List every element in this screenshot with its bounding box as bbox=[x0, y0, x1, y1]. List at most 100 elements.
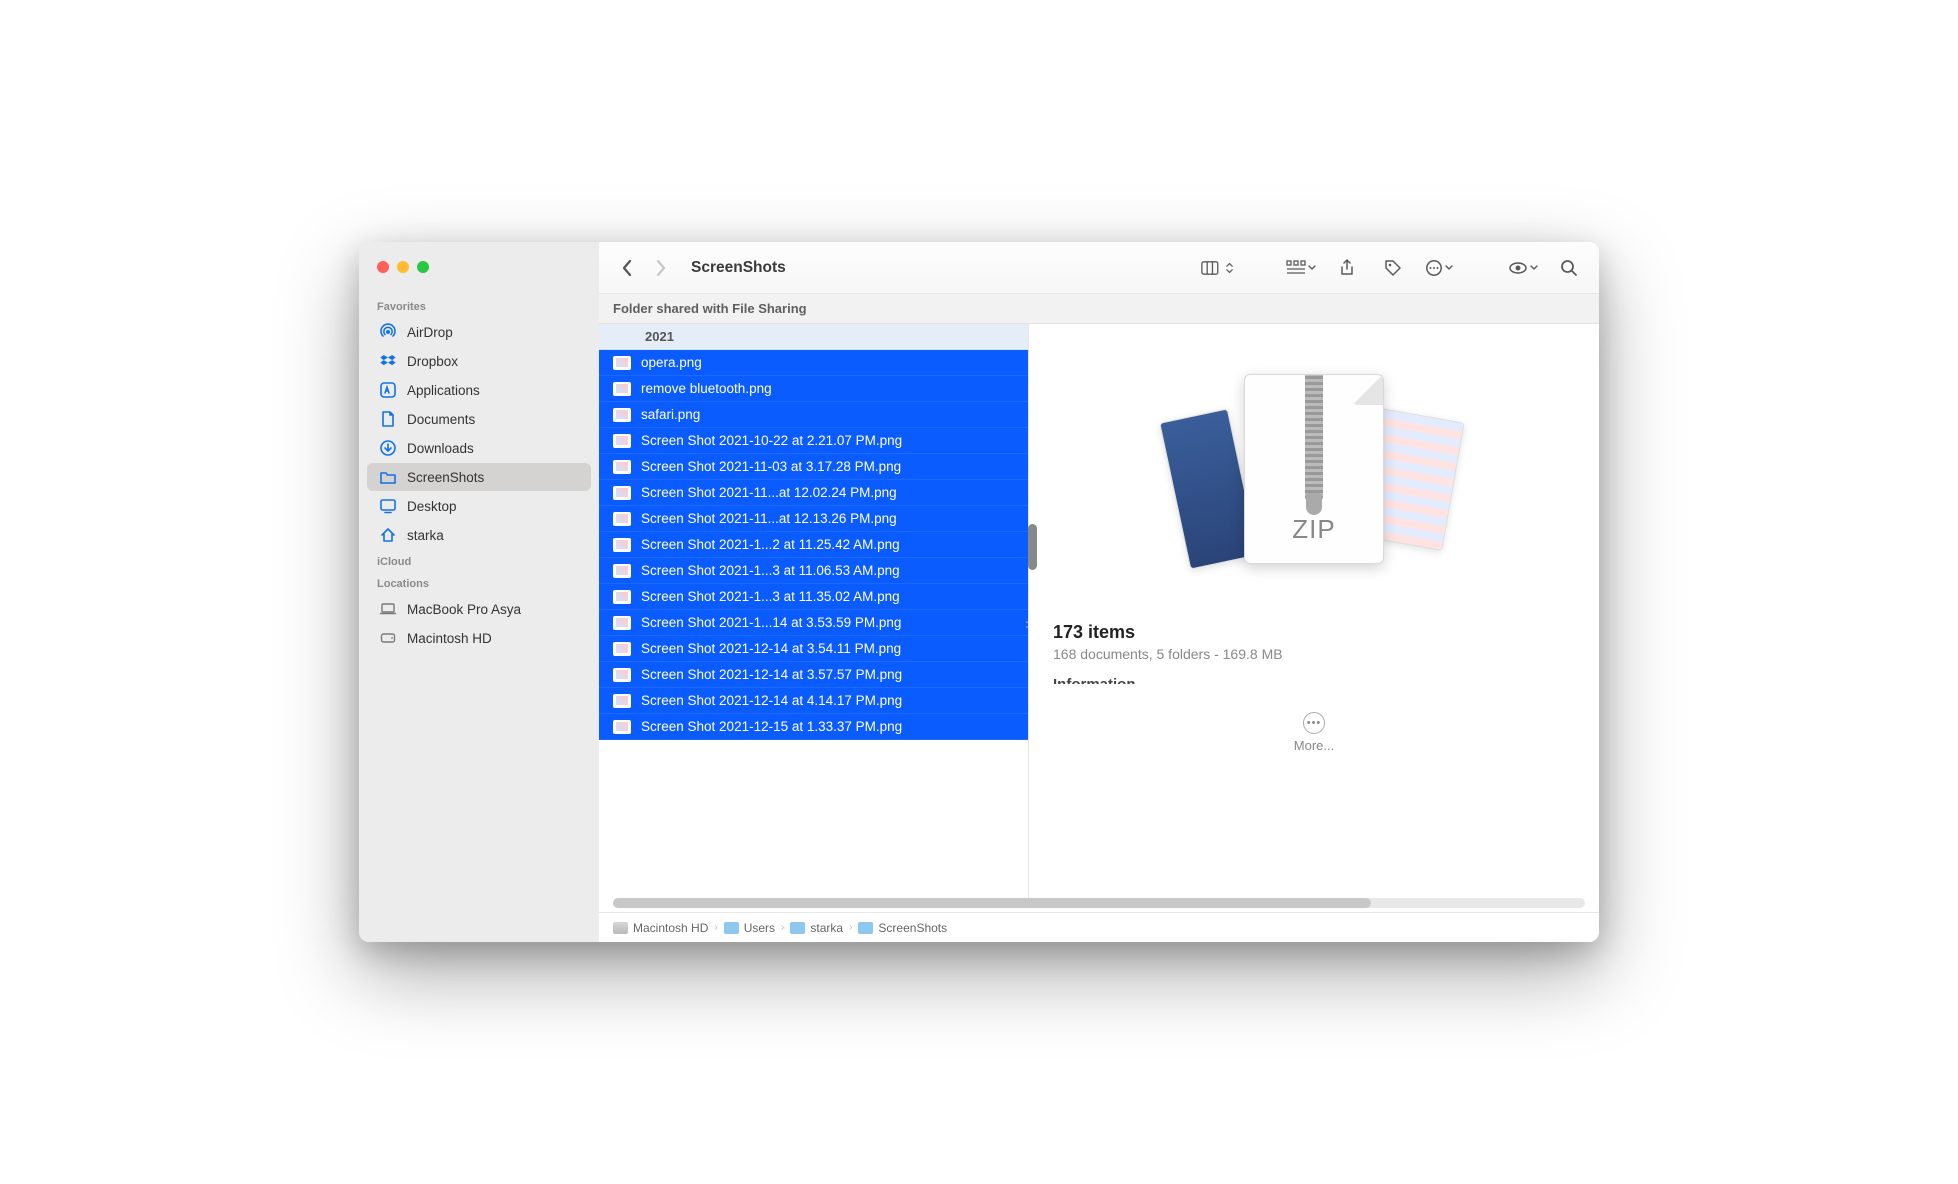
file-name: Screen Shot 2021-11-03 at 3.17.28 PM.png bbox=[641, 459, 901, 474]
sidebar-item-dropbox[interactable]: Dropbox bbox=[367, 347, 591, 375]
file-row[interactable]: Screen Shot 2021-11...at 12.02.24 PM.png bbox=[599, 480, 1028, 506]
sidebar-item-label: Documents bbox=[407, 412, 475, 427]
preview-options-button[interactable] bbox=[1507, 254, 1539, 282]
path-segment[interactable]: Users bbox=[724, 921, 775, 935]
file-thumbnail-icon bbox=[613, 616, 631, 630]
file-row[interactable]: Screen Shot 2021-11-03 at 3.17.28 PM.png bbox=[599, 454, 1028, 480]
disk-icon bbox=[379, 629, 397, 647]
column-resize-handle[interactable] bbox=[1026, 611, 1030, 637]
more-button[interactable]: ••• More... bbox=[1294, 712, 1334, 753]
file-row[interactable]: Screen Shot 2021-12-14 at 4.14.17 PM.png bbox=[599, 688, 1028, 714]
file-name: Screen Shot 2021-12-14 at 4.14.17 PM.png bbox=[641, 693, 902, 708]
file-name: Screen Shot 2021-10-22 at 2.21.07 PM.png bbox=[641, 433, 902, 448]
file-thumbnail-icon bbox=[613, 356, 631, 370]
file-row[interactable]: Screen Shot 2021-10-22 at 2.21.07 PM.png bbox=[599, 428, 1028, 454]
sidebar-item-label: AirDrop bbox=[407, 325, 453, 340]
sidebar-item-documents[interactable]: Documents bbox=[367, 405, 591, 433]
file-row[interactable]: opera.png bbox=[599, 350, 1028, 376]
sidebar-item-label: Desktop bbox=[407, 499, 457, 514]
sidebar-item-screenshots[interactable]: ScreenShots bbox=[367, 463, 591, 491]
applications-icon bbox=[379, 381, 397, 399]
file-row[interactable]: safari.png bbox=[599, 402, 1028, 428]
sidebar-item-downloads[interactable]: Downloads bbox=[367, 434, 591, 462]
file-thumbnail-icon bbox=[613, 564, 631, 578]
horizontal-scrollbar[interactable] bbox=[613, 898, 1585, 908]
file-name: Screen Shot 2021-1...14 at 3.53.59 PM.pn… bbox=[641, 615, 901, 630]
horizontal-scrollbar-thumb[interactable] bbox=[613, 898, 1371, 908]
file-thumbnail-icon bbox=[613, 460, 631, 474]
path-segment-label: ScreenShots bbox=[878, 921, 947, 935]
path-segment[interactable]: starka bbox=[790, 921, 843, 935]
chevron-right-icon: › bbox=[714, 922, 717, 933]
airdrop-icon bbox=[379, 323, 397, 341]
sidebar-item-label: Applications bbox=[407, 383, 480, 398]
file-row[interactable]: remove bluetooth.png bbox=[599, 376, 1028, 402]
path-segment[interactable]: ScreenShots bbox=[858, 921, 947, 935]
preview-pane: ZIP 173 items 168 documents, 5 folders -… bbox=[1029, 324, 1599, 898]
path-bar: Macintosh HD›Users›starka›ScreenShots bbox=[599, 912, 1599, 942]
file-name: Screen Shot 2021-11...at 12.13.26 PM.png bbox=[641, 511, 897, 526]
more-icon: ••• bbox=[1303, 712, 1325, 734]
home-icon bbox=[379, 526, 397, 544]
sidebar-item-macintosh-hd[interactable]: Macintosh HD bbox=[367, 624, 591, 652]
file-thumbnail-icon bbox=[613, 382, 631, 396]
action-button[interactable] bbox=[1423, 254, 1455, 282]
preview-graphic: ZIP bbox=[1053, 354, 1575, 594]
file-row[interactable]: Screen Shot 2021-12-14 at 3.54.11 PM.png bbox=[599, 636, 1028, 662]
share-button[interactable] bbox=[1331, 254, 1363, 282]
file-thumbnail-icon bbox=[613, 694, 631, 708]
content-area: 2021 opera.png remove bluetooth.pngsafari… bbox=[599, 324, 1599, 898]
dropbox-icon bbox=[379, 352, 397, 370]
more-label: More... bbox=[1294, 738, 1334, 753]
file-thumbnail-icon bbox=[613, 434, 631, 448]
folder-icon bbox=[724, 922, 739, 934]
file-row[interactable]: Screen Shot 2021-12-15 at 1.33.37 PM.png bbox=[599, 714, 1028, 740]
downloads-icon bbox=[379, 439, 397, 457]
information-heading: Information bbox=[1053, 676, 1575, 684]
minimize-window-button[interactable] bbox=[397, 261, 409, 273]
sidebar-section-title: Locations bbox=[359, 572, 599, 594]
sidebar-item-desktop[interactable]: Desktop bbox=[367, 492, 591, 520]
documents-icon bbox=[379, 410, 397, 428]
file-list[interactable]: opera.png remove bluetooth.pngsafari.png S… bbox=[599, 350, 1028, 898]
sidebar-item-label: Macintosh HD bbox=[407, 631, 492, 646]
group-button[interactable] bbox=[1285, 254, 1317, 282]
close-window-button[interactable] bbox=[377, 261, 389, 273]
file-row[interactable]: Screen Shot 2021-12-14 at 3.57.57 PM.png bbox=[599, 662, 1028, 688]
file-thumbnail-icon bbox=[613, 486, 631, 500]
tags-button[interactable] bbox=[1377, 254, 1409, 282]
sidebar: FavoritesAirDropDropboxApplicationsDocum… bbox=[359, 242, 599, 942]
view-mode-button[interactable] bbox=[1201, 254, 1233, 282]
back-button[interactable] bbox=[613, 254, 641, 282]
folder-icon bbox=[858, 922, 873, 934]
zip-label: ZIP bbox=[1292, 514, 1335, 545]
folder-icon bbox=[790, 922, 805, 934]
path-segment-label: starka bbox=[810, 921, 843, 935]
file-thumbnail-icon bbox=[613, 590, 631, 604]
path-segment[interactable]: Macintosh HD bbox=[613, 921, 708, 935]
search-button[interactable] bbox=[1553, 254, 1585, 282]
file-row[interactable]: Screen Shot 2021-1...14 at 3.53.59 PM.pn… bbox=[599, 610, 1028, 636]
forward-button[interactable] bbox=[647, 254, 675, 282]
file-row[interactable]: Screen Shot 2021-1...3 at 11.06.53 AM.pn… bbox=[599, 558, 1028, 584]
file-thumbnail-icon bbox=[613, 720, 631, 734]
group-header[interactable]: 2021 bbox=[599, 324, 1028, 350]
file-row[interactable]: Screen Shot 2021-1...2 at 11.25.42 AM.pn… bbox=[599, 532, 1028, 558]
sidebar-item-macbook-pro-asya[interactable]: MacBook Pro Asya bbox=[367, 595, 591, 623]
sidebar-item-starka[interactable]: starka bbox=[367, 521, 591, 549]
scrollbar-thumb[interactable] bbox=[1028, 524, 1037, 570]
file-row[interactable]: Screen Shot 2021-1...3 at 11.35.02 AM.pn… bbox=[599, 584, 1028, 610]
chevron-right-icon: › bbox=[849, 922, 852, 933]
sidebar-item-airdrop[interactable]: AirDrop bbox=[367, 318, 591, 346]
sidebar-item-label: MacBook Pro Asya bbox=[407, 602, 521, 617]
sidebar-item-label: Downloads bbox=[407, 441, 474, 456]
zoom-window-button[interactable] bbox=[417, 261, 429, 273]
file-name: opera.png bbox=[641, 355, 702, 370]
sidebar-item-applications[interactable]: Applications bbox=[367, 376, 591, 404]
path-segment-label: Users bbox=[744, 921, 775, 935]
file-thumbnail-icon bbox=[613, 408, 631, 422]
file-row[interactable]: Screen Shot 2021-11...at 12.13.26 PM.png bbox=[599, 506, 1028, 532]
desktop-icon bbox=[379, 497, 397, 515]
sidebar-item-label: ScreenShots bbox=[407, 470, 484, 485]
file-thumbnail-icon bbox=[613, 538, 631, 552]
